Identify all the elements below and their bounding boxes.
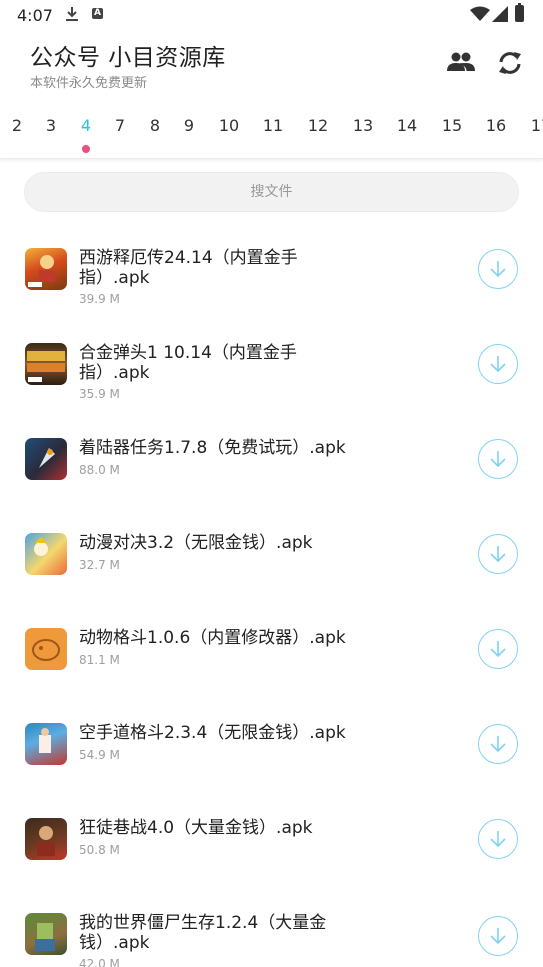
file-size: 50.8 M <box>79 843 120 857</box>
download-button[interactable] <box>478 916 518 956</box>
sync-icon[interactable] <box>496 50 524 80</box>
wifi-icon <box>470 6 490 26</box>
download-button[interactable] <box>478 819 518 859</box>
app-notification-letter: A <box>94 8 101 18</box>
file-row[interactable]: 狂徒巷战4.0（大量金钱）.apk 50.8 M <box>0 810 543 905</box>
tab-3[interactable]: 3 <box>46 116 56 135</box>
anime-duel-game-icon <box>25 533 67 575</box>
download-button[interactable] <box>478 344 518 384</box>
tab-9[interactable]: 9 <box>184 116 194 135</box>
download-button[interactable] <box>478 534 518 574</box>
download-button[interactable] <box>478 439 518 479</box>
download-button[interactable] <box>478 724 518 764</box>
tab-10[interactable]: 10 <box>219 116 239 135</box>
file-name: 西游释厄传24.14（内置金手指）.apk <box>79 248 298 288</box>
download-button[interactable] <box>478 249 518 289</box>
battery-icon <box>515 3 524 22</box>
download-button[interactable] <box>478 629 518 669</box>
download-arrow-icon <box>490 546 506 563</box>
file-row[interactable]: 空手道格斗2.3.4（无限金钱）.apk 54.9 M <box>0 715 543 810</box>
file-name: 合金弹头1 10.14（内置金手指）.apk <box>79 343 297 383</box>
file-name: 动物格斗1.0.6（内置修改器）.apk <box>79 628 346 648</box>
download-arrow-icon <box>490 261 506 278</box>
metal-slug-game-icon <box>25 343 67 385</box>
file-row[interactable]: 着陆器任务1.7.8（免费试玩）.apk 88.0 M <box>0 430 543 525</box>
tab-8[interactable]: 8 <box>150 116 160 135</box>
file-name: 着陆器任务1.7.8（免费试玩）.apk <box>79 438 346 458</box>
download-arrow-icon <box>490 928 506 945</box>
file-size: 35.9 M <box>79 387 120 401</box>
tab-11[interactable]: 11 <box>263 116 283 135</box>
file-size: 81.1 M <box>79 653 120 667</box>
tab-2[interactable]: 2 <box>12 116 22 135</box>
status-time: 4:07 <box>17 6 53 25</box>
download-arrow-icon <box>490 356 506 373</box>
download-arrow-icon <box>490 451 506 468</box>
xiyou-game-icon <box>25 248 67 290</box>
tab-16[interactable]: 16 <box>486 116 506 135</box>
app-title: 公众号 小目资源库 <box>30 45 226 71</box>
search-input[interactable]: 搜文件 <box>24 172 519 212</box>
file-size: 32.7 M <box>79 558 120 572</box>
download-arrow-icon <box>490 736 506 753</box>
zombie-survival-game-icon <box>25 913 67 955</box>
lander-game-icon <box>25 438 67 480</box>
download-arrow-icon <box>490 641 506 658</box>
tab-14[interactable]: 14 <box>397 116 417 135</box>
download-arrow-icon <box>490 831 506 848</box>
tab-17[interactable]: 17 <box>531 116 543 135</box>
karate-game-icon <box>25 723 67 765</box>
status-bar: 4:07 A <box>0 0 543 30</box>
file-name: 我的世界僵尸生存1.2.4（大量金钱）.apk <box>79 913 327 953</box>
file-row[interactable]: 动物格斗1.0.6（内置修改器）.apk 81.1 M <box>0 620 543 715</box>
file-size: 39.9 M <box>79 292 120 306</box>
file-name: 动漫对决3.2（无限金钱）.apk <box>79 533 313 553</box>
file-row[interactable]: 动漫对决3.2（无限金钱）.apk 32.7 M <box>0 525 543 620</box>
tab-7[interactable]: 7 <box>115 116 125 135</box>
people-icon[interactable] <box>446 50 476 78</box>
tab-15[interactable]: 15 <box>442 116 462 135</box>
app-notification-icon: A <box>92 8 103 19</box>
file-size: 88.0 M <box>79 463 120 477</box>
active-tab-indicator <box>82 145 90 153</box>
file-name: 狂徒巷战4.0（大量金钱）.apk <box>79 818 313 838</box>
app-subtitle: 本软件永久免费更新 <box>30 76 148 91</box>
tab-4[interactable]: 4 <box>81 116 91 135</box>
tab-12[interactable]: 12 <box>308 116 328 135</box>
file-size: 54.9 M <box>79 748 120 762</box>
file-row[interactable]: 我的世界僵尸生存1.2.4（大量金钱）.apk 42.0 M <box>0 905 543 967</box>
file-size: 42.0 M <box>79 957 120 967</box>
street-fight-game-icon <box>25 818 67 860</box>
file-name: 空手道格斗2.3.4（无限金钱）.apk <box>79 723 346 743</box>
file-row[interactable]: 西游释厄传24.14（内置金手指）.apk 39.9 M <box>0 240 543 335</box>
app-header: 公众号 小目资源库 本软件永久免费更新 <box>0 30 543 100</box>
animal-fight-game-icon <box>25 628 67 670</box>
signal-icon <box>492 6 508 26</box>
tab-13[interactable]: 13 <box>353 116 373 135</box>
version-tabs: 2 3 4 7 8 9 10 11 12 13 14 15 16 17 <box>0 110 543 159</box>
file-row[interactable]: 合金弹头1 10.14（内置金手指）.apk 35.9 M <box>0 335 543 430</box>
download-notification-icon <box>65 6 79 26</box>
